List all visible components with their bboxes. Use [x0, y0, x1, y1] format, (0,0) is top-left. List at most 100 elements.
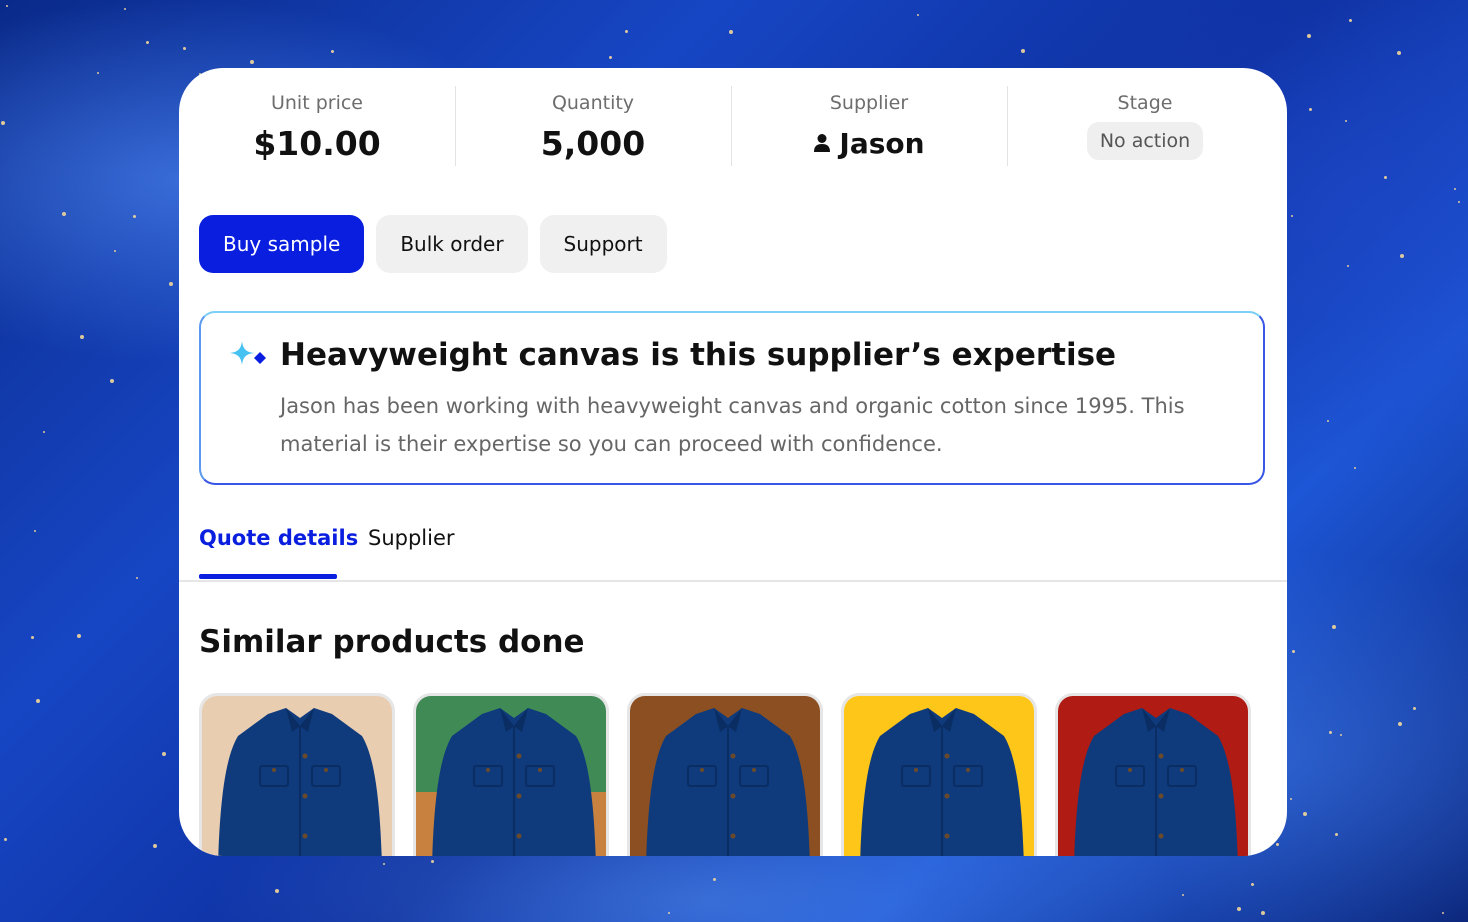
jacket-image	[844, 696, 1034, 856]
star	[136, 577, 138, 579]
product-tile[interactable]	[199, 693, 395, 856]
star	[1291, 215, 1293, 217]
star	[80, 335, 84, 339]
action-buttons: Buy sample Bulk order Support	[199, 215, 667, 273]
star	[1354, 467, 1356, 469]
stat-quantity: Quantity 5,000	[455, 86, 731, 166]
tab-quote-details[interactable]: Quote details	[199, 526, 358, 550]
star	[1398, 722, 1402, 726]
star	[1442, 912, 1444, 914]
star	[1458, 201, 1460, 203]
sparkle-icon	[230, 341, 266, 365]
star	[1307, 34, 1311, 38]
tab-bar: Quote details Supplier	[179, 520, 1287, 582]
bulk-order-button[interactable]: Bulk order	[376, 215, 528, 273]
star	[169, 282, 173, 286]
star	[250, 60, 254, 64]
support-button[interactable]: Support	[539, 215, 667, 273]
star	[133, 215, 136, 218]
star	[1309, 108, 1312, 111]
star	[146, 41, 149, 44]
insight-body: Jason has been working with heavyweight …	[280, 394, 1185, 456]
supplier-label: Supplier	[829, 92, 909, 114]
star	[1, 121, 5, 125]
supplier-value[interactable]: Jason	[731, 124, 1007, 164]
star	[1400, 254, 1404, 258]
supplier-name: Jason	[839, 127, 925, 160]
star	[97, 72, 99, 74]
star	[1276, 843, 1279, 846]
stage-label: Stage	[1117, 92, 1173, 114]
star	[1292, 650, 1295, 653]
star	[431, 860, 434, 863]
star	[110, 379, 114, 383]
star	[1303, 812, 1307, 816]
product-tile[interactable]	[1055, 693, 1251, 856]
star	[36, 699, 40, 703]
star	[1454, 188, 1456, 190]
product-tile[interactable]	[627, 693, 823, 856]
star	[1345, 120, 1347, 122]
star	[1340, 734, 1342, 736]
star	[77, 634, 81, 638]
stats-row: Unit price $10.00 Quantity 5,000 Supplie…	[179, 86, 1287, 166]
star	[4, 838, 7, 841]
star	[1327, 420, 1329, 422]
star	[1237, 907, 1241, 911]
star	[1413, 707, 1416, 710]
star	[1329, 731, 1332, 734]
star	[43, 431, 45, 433]
star	[34, 530, 36, 532]
stat-supplier: Supplier Jason	[731, 86, 1007, 166]
tab-supplier[interactable]: Supplier	[368, 526, 455, 550]
star	[1182, 894, 1184, 896]
star	[162, 752, 166, 756]
star	[6, 5, 8, 7]
star	[1261, 911, 1265, 915]
quantity-label: Quantity	[551, 92, 635, 114]
star	[1349, 19, 1352, 22]
star	[331, 50, 334, 53]
star	[1397, 51, 1401, 55]
stage-badge: No action	[1086, 122, 1204, 160]
star	[383, 863, 385, 865]
star	[729, 30, 733, 34]
unit-price-value: $10.00	[253, 124, 381, 163]
star	[275, 889, 279, 893]
star	[917, 14, 919, 16]
star	[1384, 176, 1387, 179]
person-icon	[814, 134, 831, 152]
star	[1347, 265, 1349, 267]
star	[124, 8, 126, 10]
star	[1335, 833, 1338, 836]
star	[62, 212, 66, 216]
star	[1251, 883, 1254, 886]
star	[153, 844, 157, 848]
buy-sample-button[interactable]: Buy sample	[199, 215, 365, 273]
star	[1021, 49, 1025, 53]
stat-unit-price: Unit price $10.00	[179, 86, 455, 166]
expertise-insight: Heavyweight canvas is this supplier’s ex…	[199, 311, 1265, 485]
star	[183, 47, 186, 50]
star	[1290, 798, 1292, 800]
quantity-value: 5,000	[540, 124, 646, 163]
product-tile[interactable]	[413, 693, 609, 856]
star	[609, 56, 612, 59]
active-tab-indicator	[199, 574, 337, 579]
star	[668, 912, 670, 914]
stat-stage: Stage No action	[1007, 86, 1283, 166]
insight-title: Heavyweight canvas is this supplier’s ex…	[280, 337, 1117, 373]
star	[1332, 625, 1336, 629]
quote-card: Unit price $10.00 Quantity 5,000 Supplie…	[179, 68, 1287, 856]
star	[713, 878, 716, 881]
jacket-image	[416, 696, 606, 856]
unit-price-label: Unit price	[270, 92, 363, 114]
similar-products-list	[199, 693, 1251, 856]
jacket-image	[1058, 696, 1248, 856]
jacket-image	[202, 696, 392, 856]
jacket-image	[630, 696, 820, 856]
star	[31, 636, 34, 639]
product-tile[interactable]	[841, 693, 1037, 856]
similar-products-title: Similar products done	[199, 624, 585, 660]
star	[114, 250, 116, 252]
